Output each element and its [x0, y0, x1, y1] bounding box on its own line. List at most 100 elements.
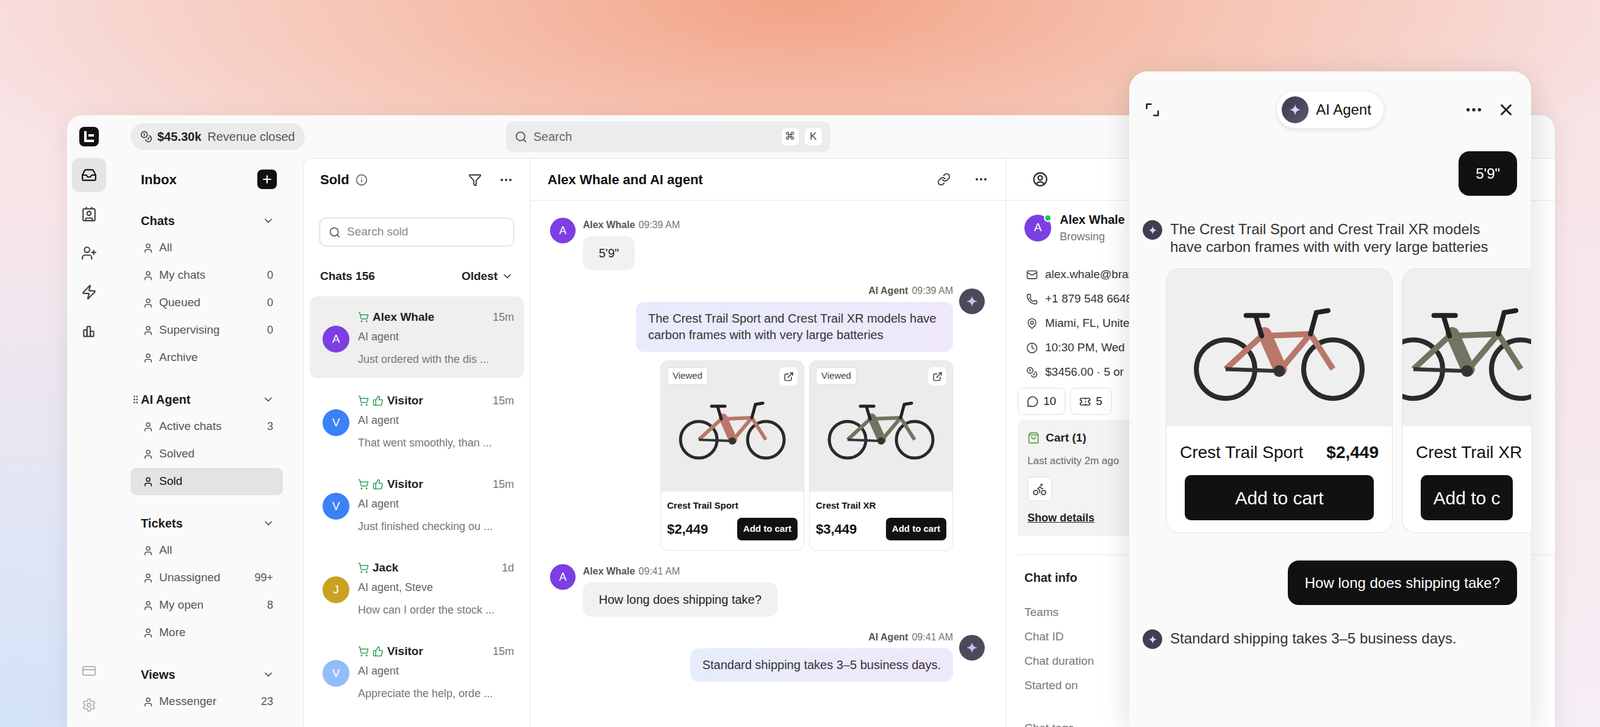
icon-rail [67, 157, 111, 727]
sidebar-item[interactable]: Archive [130, 343, 283, 372]
drag-handle-icon[interactable] [130, 393, 141, 405]
add-to-cart-button[interactable]: Add to cart [1184, 475, 1374, 521]
person-icon [142, 242, 154, 254]
agent-reply: Standard shipping takes 3–5 business day… [1142, 604, 1532, 649]
chat-name: Visitor [387, 392, 424, 410]
revenue-pill[interactable]: $45.30kRevenue closed [130, 123, 305, 150]
avatar: A [550, 217, 576, 244]
person-icon [142, 448, 154, 460]
plus-icon [260, 173, 274, 186]
new-button[interactable] [257, 169, 277, 190]
item-label: Messenger [159, 692, 217, 711]
person-icon [142, 545, 154, 557]
agent-pill[interactable]: AI Agent [1276, 91, 1384, 129]
sidebar-item[interactable]: My chats0 [130, 261, 283, 290]
sidebar-item[interactable]: My open8 [130, 591, 283, 619]
sort-dropdown[interactable]: Oldest [461, 267, 514, 286]
sidebar-item[interactable]: Queued0 [130, 289, 283, 317]
list-title: Sold [320, 169, 350, 190]
chat-preview: Appreciate the help, orde ... [357, 685, 515, 702]
settings-icon [81, 697, 97, 713]
bike-image [671, 389, 794, 463]
rail-button[interactable] [71, 196, 107, 232]
message-list: AAlex Whale09:39 AM5'9"AI Agent09:39 AMT… [530, 200, 1006, 682]
more-icon[interactable] [498, 172, 514, 188]
person-icon [142, 352, 154, 364]
section-header[interactable]: Tickets [130, 509, 283, 537]
sidebar-item[interactable]: Active chats3 [130, 412, 283, 441]
rail-button[interactable] [71, 275, 107, 310]
location-icon [1026, 317, 1038, 330]
sidebar-title: Inbox [140, 169, 177, 190]
stat-chip[interactable]: 5 [1070, 387, 1112, 415]
stat-chip[interactable]: 10 [1017, 387, 1066, 415]
global-search[interactable]: Search⌘K [506, 121, 831, 152]
viewed-badge: Viewed [815, 367, 857, 385]
section-header[interactable]: Chats [130, 207, 283, 235]
contacts-icon [81, 206, 97, 222]
logo-icon[interactable] [79, 126, 99, 147]
list-search[interactable]: Search sold [319, 217, 515, 247]
chat-list-item[interactable]: AAlex Whale15mAI agentJust ordered with … [309, 296, 524, 379]
expand-icon[interactable] [1143, 101, 1161, 119]
sidebar-item[interactable]: Messenger23 [130, 687, 283, 716]
chat-assignee: AI agent, Steve [357, 579, 515, 596]
chat-assignee: AI agent [357, 662, 515, 680]
sidebar-item[interactable]: All [130, 536, 283, 565]
chat-list-item[interactable]: VVisitor15mAI agentJust finished checkin… [309, 463, 524, 546]
chat-list-item[interactable]: VVisitor15mAI agentAppreciate the help, … [309, 630, 524, 713]
add-to-cart-button[interactable]: Add to cart [885, 517, 947, 541]
avatar: A [322, 325, 350, 353]
add-user-icon [81, 245, 97, 261]
chat-list-item[interactable]: JJack1dAI agent, SteveHow can I order th… [309, 546, 524, 629]
product-price: $3,449 [815, 518, 857, 540]
spent-icon [1026, 366, 1038, 379]
chat-time: 15m [492, 309, 515, 326]
section-title: Tickets [140, 514, 183, 533]
user-bubble: How long does shipping take? [1287, 560, 1518, 605]
add-to-cart-button[interactable]: Add to cart [737, 517, 798, 541]
chat-list-item[interactable]: VVisitor15mAI agentThat went smoothly, t… [309, 379, 524, 462]
message-author: Alex Whale [582, 564, 635, 579]
rail-button[interactable] [75, 657, 103, 685]
open-product-button[interactable] [779, 367, 798, 386]
rail-button[interactable] [71, 314, 107, 349]
more-icon[interactable] [973, 171, 989, 187]
coins-icon [140, 130, 153, 143]
section-title: Chats [140, 211, 175, 230]
item-count: 8 [267, 596, 274, 614]
rail-button[interactable] [71, 157, 107, 193]
sidebar-item[interactable]: Unassigned99+ [130, 564, 283, 592]
section-header[interactable]: AI Agent [130, 385, 283, 413]
close-icon[interactable] [1496, 100, 1516, 119]
sidebar-item[interactable]: More [130, 618, 283, 647]
product-price: $2,449 [667, 518, 708, 540]
add-to-cart-button[interactable]: Add to c [1420, 475, 1513, 521]
filter-icon[interactable] [468, 173, 482, 187]
search-icon [514, 130, 528, 144]
more-icon[interactable] [1464, 100, 1484, 120]
revenue-value: $45.30k [157, 127, 202, 146]
rail-button[interactable] [71, 235, 107, 271]
product-carousel: Viewed Crest Trail Sport $2,449 Add to cart… [660, 360, 954, 551]
product-card: ViewedCrest Trail Sport$2,449Add to cart [660, 360, 805, 551]
item-count: 0 [267, 321, 274, 339]
link-icon[interactable] [937, 172, 951, 186]
open-product-button[interactable] [928, 367, 947, 386]
product-name: Crest Trail Sport [667, 498, 798, 513]
reports-icon [81, 323, 97, 340]
rail-button[interactable] [75, 691, 103, 719]
sidebar-section: Chats AllMy chats0Queued0Supervising0Arch… [130, 207, 283, 372]
bike-image [1181, 289, 1377, 407]
product-card: Crest Trail Sport$2,449Add to cart [1165, 268, 1393, 533]
list-header: Sold [303, 158, 530, 201]
billing-icon [81, 663, 97, 679]
sidebar-item[interactable]: All [130, 234, 283, 262]
sidebar-item[interactable]: Supervising0 [130, 316, 283, 344]
section-header[interactable]: Views [130, 660, 283, 688]
info-icon[interactable] [355, 173, 368, 186]
sidebar-item[interactable]: Sold [130, 467, 283, 496]
sidebar-item[interactable]: Solved [130, 440, 283, 468]
user-circle-icon[interactable] [1031, 170, 1049, 188]
person-icon [142, 325, 154, 336]
